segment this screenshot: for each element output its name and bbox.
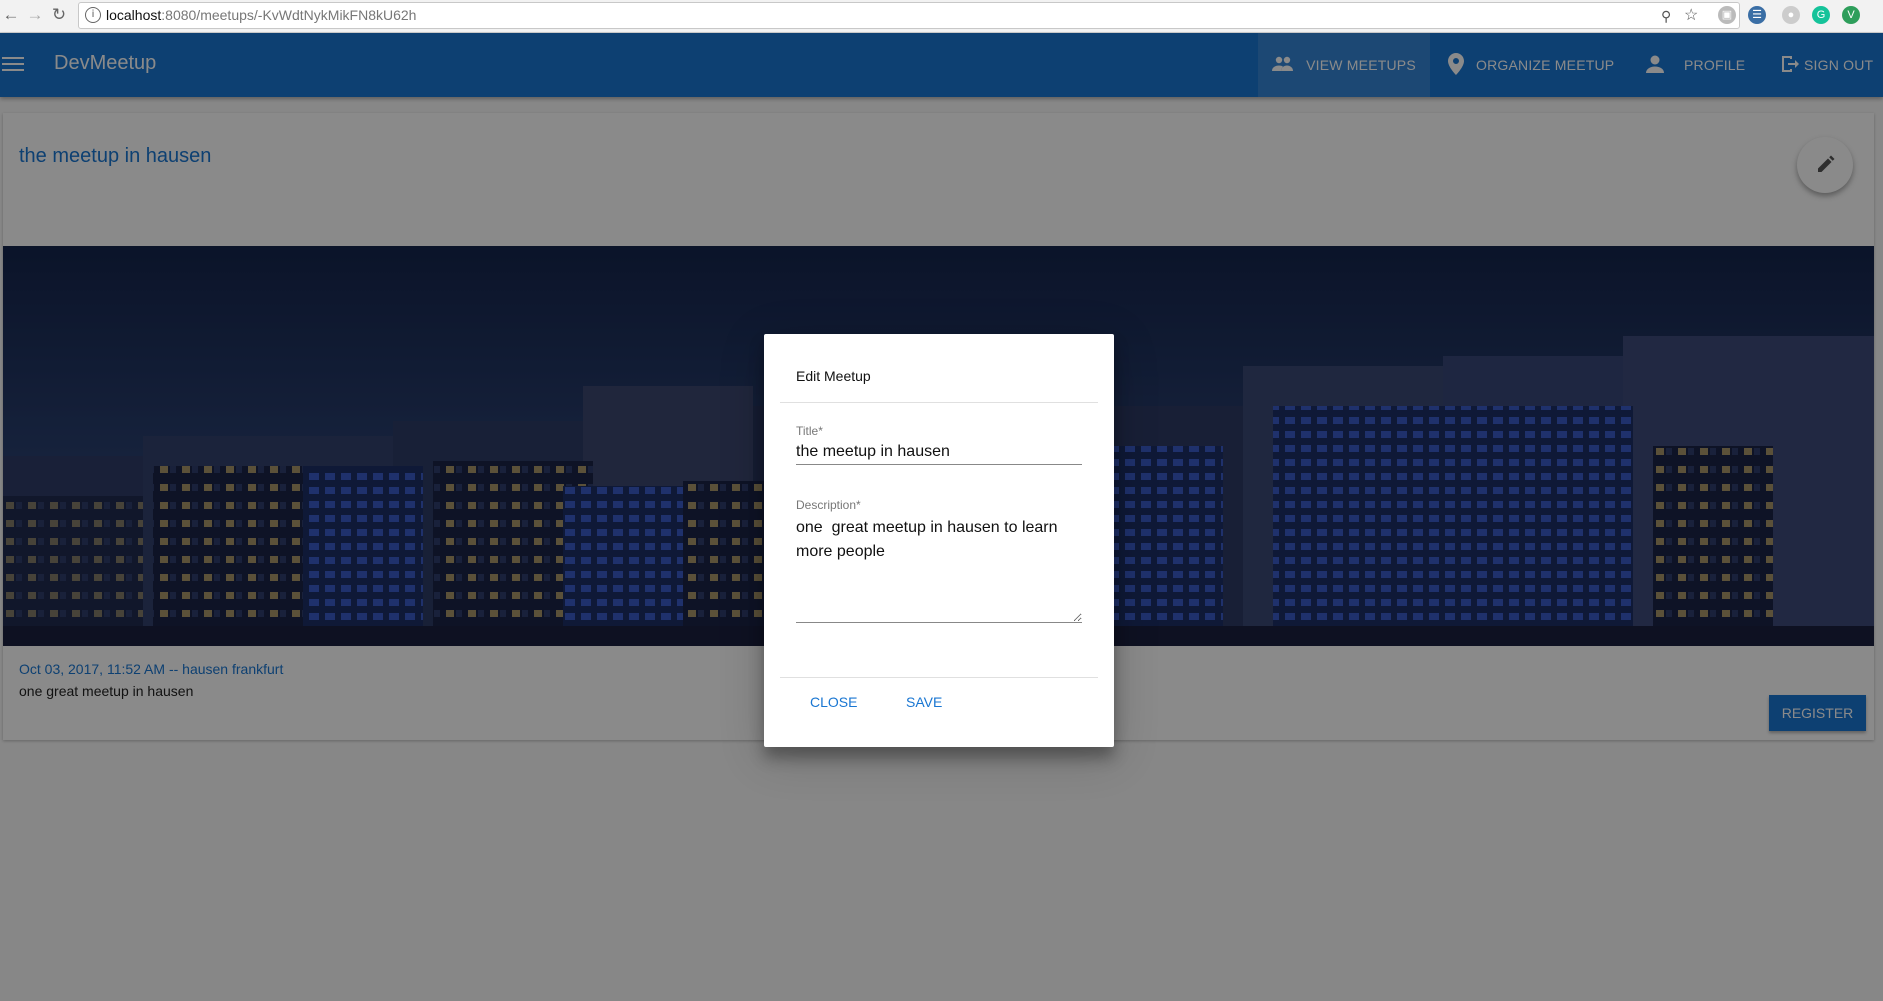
back-arrow-icon[interactable]: ←	[0, 4, 22, 26]
dialog-divider-bottom	[780, 677, 1098, 678]
url-text: localhost:8080/meetups/-KvWdtNykMikFN8kU…	[106, 7, 416, 23]
translate-icon[interactable]: ☰	[1748, 6, 1766, 24]
save-button[interactable]: Save	[892, 684, 956, 720]
close-button[interactable]: Close	[796, 684, 871, 720]
star-icon[interactable]: ☆	[1684, 7, 1698, 25]
vue-devtools-icon[interactable]: V	[1842, 6, 1860, 24]
edit-meetup-dialog: Edit Meetup Title* Description* one grea…	[764, 334, 1114, 747]
url-host: localhost	[106, 7, 162, 23]
description-textarea[interactable]: one great meetup in hausen to learn more…	[796, 516, 1082, 623]
reload-icon[interactable]: ↻	[48, 4, 70, 26]
forward-arrow-icon[interactable]: →	[24, 4, 46, 26]
extension-circle-icon[interactable]: ●	[1782, 6, 1800, 24]
address-bar[interactable]: i localhost:8080/meetups/-KvWdtNykMikFN8…	[78, 2, 1740, 29]
dialog-title: Edit Meetup	[796, 368, 871, 384]
grammarly-icon[interactable]: G	[1812, 6, 1830, 24]
info-icon[interactable]: i	[85, 7, 101, 23]
url-path: :8080/meetups/-KvWdtNykMikFN8kU62h	[161, 7, 417, 23]
description-field-label: Description*	[796, 498, 861, 512]
title-input[interactable]	[796, 440, 1082, 465]
extension-icon[interactable]: ▣	[1718, 6, 1736, 24]
dialog-divider-top	[780, 402, 1098, 403]
title-field-label: Title*	[796, 424, 823, 438]
key-icon[interactable]: ⚲	[1661, 7, 1671, 25]
browser-toolbar: ← → ↻ i localhost:8080/meetups/-KvWdtNyk…	[0, 0, 1883, 33]
